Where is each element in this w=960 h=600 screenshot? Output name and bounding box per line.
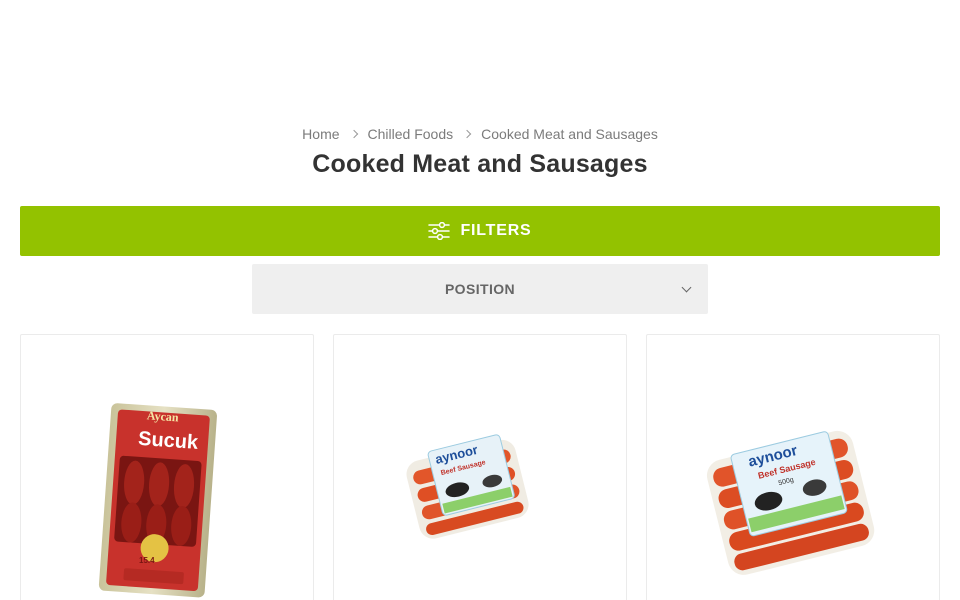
breadcrumb-chevron-icon (349, 129, 358, 139)
product-image: aynoor Beef Sausage (406, 434, 529, 539)
product-image-name: Sucuk (137, 428, 199, 454)
chevron-down-icon (681, 282, 692, 293)
product-image: Aycan Sucuk 15.4 (98, 403, 217, 598)
breadcrumb-chilled-foods-link[interactable]: Chilled Foods (368, 126, 454, 142)
filters-button[interactable]: FILTERS (20, 206, 940, 256)
product-image-badge: 15.4 (139, 556, 155, 565)
sliders-icon (428, 221, 451, 241)
breadcrumb: Home Chilled Foods Cooked Meat and Sausa… (0, 126, 960, 142)
breadcrumb-current: Cooked Meat and Sausages (481, 126, 658, 142)
product-grid: Aycan Sucuk 15.4 aynoor Beef Sausage ayn… (20, 334, 940, 600)
filters-label: FILTERS (460, 222, 532, 239)
product-card[interactable]: aynoor Beef Sausage (333, 334, 627, 600)
breadcrumb-home-link[interactable]: Home (302, 126, 339, 142)
product-image: aynoor Beef Sausage 500g (706, 430, 875, 575)
page-title: Cooked Meat and Sausages (312, 150, 648, 178)
product-card[interactable]: aynoor Beef Sausage 500g (646, 334, 940, 600)
sort-by-select[interactable]: POSITION (252, 264, 708, 314)
product-card[interactable]: Aycan Sucuk 15.4 (20, 334, 314, 600)
product-image-brand: Aycan (146, 408, 179, 424)
breadcrumb-chevron-icon (462, 129, 472, 139)
sort-by-selected-value: POSITION (444, 281, 516, 297)
